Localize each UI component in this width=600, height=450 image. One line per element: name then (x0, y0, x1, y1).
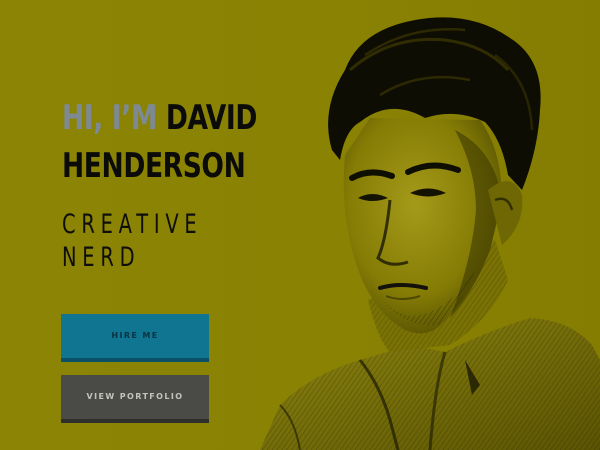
hero-title: HI, I’M DAVID HENDERSON (62, 94, 265, 190)
hero-section: HI, I’M DAVID HENDERSON CREATIVE NERD HIRE… (0, 0, 600, 450)
hero-subtitle: CREATIVE NERD (62, 208, 249, 274)
hero-greeting: HI, I’M (62, 98, 157, 138)
view-portfolio-button[interactable]: VIEW PORTFOLIO (61, 375, 209, 419)
hero-subtitle-line1: CREATIVE (62, 209, 203, 240)
portrait-image (260, 17, 600, 450)
hero-name-first: DAVID (165, 98, 258, 138)
hire-me-button[interactable]: HIRE ME (61, 314, 209, 358)
hero-name-last: HENDERSON (62, 146, 246, 186)
hero-subtitle-line2: NERD (62, 242, 141, 273)
